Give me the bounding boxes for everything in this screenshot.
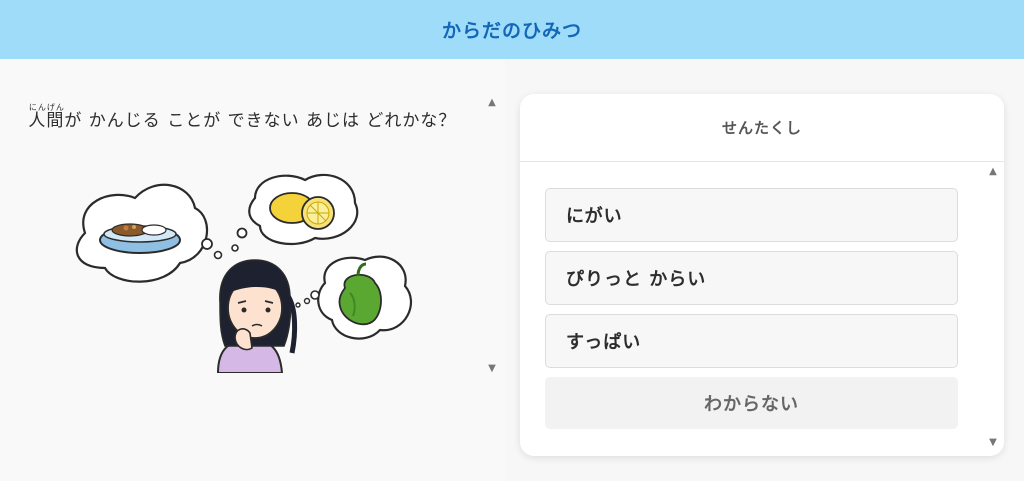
ruby-reading: にんげん: [28, 103, 65, 112]
choices-scroll-down-arrow-icon[interactable]: ▼: [986, 437, 1000, 448]
page-title: からだのひみつ: [441, 20, 582, 42]
thinking-girl-icon: [216, 259, 298, 373]
question-panel: 人間にんげんが かんじる ことが できない あじは どれかな？ ▲ ▼: [0, 59, 505, 481]
choices-header: せんたくし: [520, 94, 1004, 162]
curry-rice-icon: [75, 183, 209, 283]
choices-card: せんたくし にがい ぴりっと からい すっぱい わからない ▲ ▼: [520, 94, 1004, 456]
choice-button-2[interactable]: ぴりっと からい: [545, 251, 958, 305]
ruby-base: 人間: [28, 111, 65, 131]
green-pepper-icon: [317, 255, 413, 340]
lemon-icon: [248, 173, 359, 246]
question-illustration: [75, 173, 413, 373]
scroll-down-arrow-icon[interactable]: ▼: [485, 363, 499, 374]
choice-button-3[interactable]: すっぱい: [545, 314, 958, 368]
choices-scroll-up-arrow-icon[interactable]: ▲: [986, 166, 1000, 177]
choice-button-1[interactable]: にがい: [545, 188, 958, 242]
question-body: が かんじる ことが できない あじは どれかな？: [64, 111, 457, 131]
ruby-word: 人間にんげん: [28, 103, 65, 131]
question-text: 人間にんげんが かんじる ことが できない あじは どれかな？: [22, 103, 482, 136]
dont-know-button[interactable]: わからない: [545, 377, 958, 429]
scroll-up-arrow-icon[interactable]: ▲: [485, 97, 499, 108]
app-header: からだのひみつ: [0, 0, 1024, 59]
